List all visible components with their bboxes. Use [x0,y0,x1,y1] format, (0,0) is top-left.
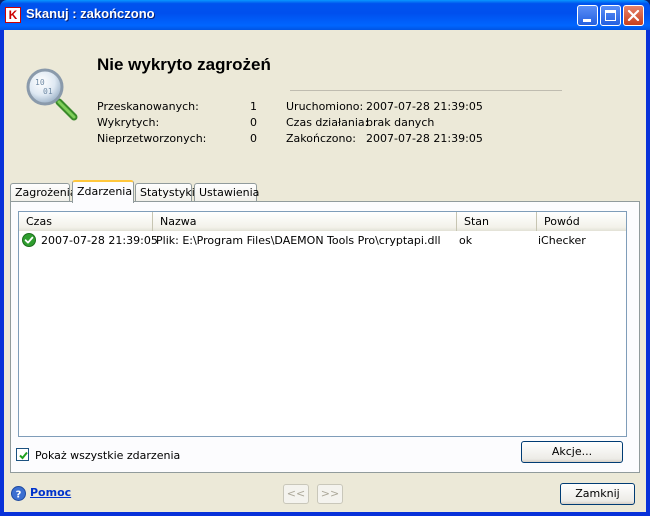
previous-button[interactable]: << [283,484,309,504]
svg-text:10: 10 [35,78,45,87]
scanned-label: Przeskanowanych: [97,100,199,113]
tab-statistics[interactable]: Statystyki [135,183,195,202]
heading-divider [290,90,562,91]
check-circle-icon [22,233,36,247]
window-title: Skanuj : zakończono [26,6,155,21]
duration-value: brak danych [366,116,435,129]
events-tab-panel: Czas Nazwa Stan Powód 2007-07-28 21:39:0… [10,201,640,473]
close-button[interactable]: Zamknij [560,483,635,505]
tab-settings[interactable]: Ustawienia [194,183,259,202]
show-all-events-checkbox[interactable] [16,448,29,461]
help-circle-icon: ? [11,486,26,501]
scan-window: K Skanuj : zakończono 10 01 Nie wykryto … [0,0,650,516]
magnifier-icon: 10 01 [26,68,78,121]
started-value: 2007-07-28 21:39:05 [366,100,483,113]
finished-label: Zakończono: [286,132,356,145]
events-list[interactable]: Czas Nazwa Stan Powód 2007-07-28 21:39:0… [18,211,627,437]
event-name: Plik: E:\Program Files\DAEMON Tools Pro\… [156,234,441,247]
finished-value: 2007-07-28 21:39:05 [366,132,483,145]
tab-threats[interactable]: Zagrożenia [10,183,77,202]
column-header-reason[interactable]: Powód [537,212,626,231]
started-label: Uruchomiono: [286,100,364,113]
unprocessed-value: 0 [250,132,257,145]
detected-value: 0 [250,116,257,129]
svg-text:01: 01 [43,87,53,96]
kaspersky-logo-icon: K [5,7,21,23]
column-header-state[interactable]: Stan [457,212,537,231]
event-time: 2007-07-28 21:39:05 [41,234,158,247]
events-list-header: Czas Nazwa Stan Powód [19,212,626,231]
detected-label: Wykrytych: [97,116,160,129]
window-frame-left [0,30,4,516]
next-button[interactable]: >> [317,484,343,504]
maximize-icon [605,10,616,21]
column-header-name[interactable]: Nazwa [153,212,457,231]
close-icon [627,9,640,22]
close-window-button[interactable] [623,5,644,26]
scanned-value: 1 [250,100,257,113]
duration-label: Czas działania: [286,116,369,129]
table-row[interactable]: 2007-07-28 21:39:05 Plik: E:\Program Fil… [19,232,626,250]
tab-events[interactable]: Zdarzenia [72,180,134,203]
title-bar[interactable]: K Skanuj : zakończono [0,0,650,30]
svg-text:?: ? [16,490,22,501]
minimize-icon [583,19,591,22]
help-link[interactable]: Pomoc [30,486,71,499]
maximize-button[interactable] [600,5,621,26]
window-client-area: 10 01 Nie wykryto zagrożeń Przeskanowany… [4,30,646,512]
actions-button[interactable]: Akcje... [521,441,623,463]
minimize-button[interactable] [577,5,598,26]
checkmark-icon [19,451,28,460]
event-reason: iChecker [538,234,586,247]
show-all-events-label[interactable]: Pokaż wszystkie zdarzenia [35,449,180,462]
event-state: ok [459,234,473,247]
window-frame-right [646,30,650,516]
column-header-time[interactable]: Czas [19,212,153,231]
scan-result-heading: Nie wykryto zagrożeń [97,55,271,74]
unprocessed-label: Nieprzetworzonych: [97,132,207,145]
window-frame-bottom [0,512,650,516]
